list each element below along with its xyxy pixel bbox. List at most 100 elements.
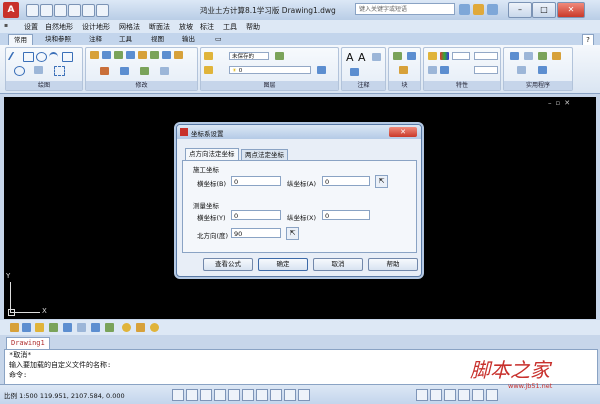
tab-output[interactable]: 输出 bbox=[177, 34, 200, 45]
toolbar-bulb-icon[interactable] bbox=[35, 323, 44, 332]
scale-icon[interactable] bbox=[120, 67, 129, 75]
menu-annotate[interactable]: 标注 bbox=[200, 22, 214, 32]
zoom-icon[interactable] bbox=[458, 389, 470, 401]
open-file-icon[interactable] bbox=[40, 4, 53, 17]
dialog-close-button[interactable]: ✕ bbox=[389, 127, 417, 137]
toolbar-zoom-icon[interactable] bbox=[91, 323, 100, 332]
menu-section-method[interactable]: 断面法 bbox=[149, 22, 170, 32]
tab-tools[interactable]: 工具 bbox=[114, 34, 137, 45]
polyline-icon[interactable] bbox=[23, 52, 34, 62]
osnap-toggle-icon[interactable] bbox=[228, 389, 240, 401]
layer-match-icon[interactable] bbox=[275, 52, 284, 60]
dialog-title-bar[interactable]: 坐标系设置 ✕ bbox=[177, 125, 421, 139]
dimension-text-icon[interactable]: A bbox=[358, 51, 366, 64]
array-icon[interactable] bbox=[140, 67, 149, 75]
trim-icon[interactable] bbox=[114, 51, 123, 59]
erase-icon[interactable] bbox=[138, 51, 147, 59]
new-file-icon[interactable] bbox=[26, 4, 39, 17]
doc-restore-icon[interactable]: ▫ bbox=[556, 99, 565, 107]
calculator-icon[interactable] bbox=[538, 52, 547, 60]
arc-icon[interactable] bbox=[49, 52, 58, 62]
x-coord-input[interactable]: 0 bbox=[231, 176, 281, 186]
toolbar-grid-icon[interactable] bbox=[77, 323, 86, 332]
stretch-icon[interactable] bbox=[100, 67, 109, 75]
layer-properties-icon[interactable] bbox=[204, 52, 213, 60]
doc-minimize-icon[interactable]: – bbox=[548, 99, 556, 107]
lineweight-toggle-icon[interactable] bbox=[284, 389, 296, 401]
toolbar-pan-icon[interactable] bbox=[105, 323, 114, 332]
layer-freeze-icon[interactable] bbox=[204, 66, 213, 74]
layer-combo[interactable]: ☀ 0 bbox=[229, 66, 311, 74]
survey-y-input[interactable]: 0 bbox=[322, 210, 370, 220]
offset-icon[interactable] bbox=[160, 67, 169, 75]
toolbar-question-icon[interactable] bbox=[49, 323, 58, 332]
toolbar-lamp-icon[interactable] bbox=[150, 323, 159, 332]
tab-annotate[interactable]: 注释 bbox=[84, 34, 107, 45]
line-icon[interactable] bbox=[7, 52, 24, 60]
annotation-scale-icon[interactable] bbox=[486, 389, 498, 401]
menu-settings[interactable]: 设置 bbox=[24, 22, 38, 32]
menu-help[interactable]: 帮助 bbox=[246, 22, 260, 32]
measure-icon[interactable] bbox=[510, 52, 519, 60]
insert-block-icon[interactable] bbox=[393, 52, 402, 60]
steering-wheel-icon[interactable] bbox=[472, 389, 484, 401]
toolbar-layer-icon[interactable] bbox=[22, 323, 31, 332]
color-icon[interactable] bbox=[440, 52, 449, 60]
menu-tools[interactable]: 工具 bbox=[223, 22, 237, 32]
doc-close-icon[interactable]: ✕ bbox=[564, 99, 574, 107]
copy-icon[interactable] bbox=[150, 51, 159, 59]
tab-blocks[interactable]: 块和参照 bbox=[40, 34, 76, 45]
close-button[interactable]: ✕ bbox=[557, 2, 585, 18]
create-block-icon[interactable] bbox=[407, 52, 416, 60]
snap-toggle-icon[interactable] bbox=[172, 389, 184, 401]
document-window-controls[interactable]: –▫✕ bbox=[548, 99, 574, 107]
ducs-toggle-icon[interactable] bbox=[256, 389, 268, 401]
north-direction-input[interactable]: 90 bbox=[231, 228, 281, 238]
undo-icon[interactable] bbox=[82, 4, 95, 17]
save-icon[interactable] bbox=[54, 4, 67, 17]
toolbar-window-icon[interactable] bbox=[63, 323, 72, 332]
lineweight-icon[interactable] bbox=[440, 66, 449, 74]
circle-icon[interactable] bbox=[36, 52, 47, 62]
toolbar-light-icon[interactable] bbox=[122, 323, 131, 332]
help-button[interactable]: 帮助 bbox=[368, 258, 418, 271]
tab-view[interactable]: 视图 bbox=[146, 34, 169, 45]
model-space-icon[interactable] bbox=[416, 389, 428, 401]
search-icon[interactable] bbox=[459, 4, 470, 15]
text-icon[interactable]: A bbox=[346, 51, 354, 64]
otrack-toggle-icon[interactable] bbox=[242, 389, 254, 401]
select-all-icon[interactable] bbox=[517, 66, 526, 74]
match-properties-icon[interactable] bbox=[428, 52, 437, 60]
quick-select-icon[interactable] bbox=[524, 52, 533, 60]
star-icon[interactable] bbox=[473, 4, 484, 15]
mirror-icon[interactable] bbox=[162, 51, 171, 59]
extend-icon[interactable] bbox=[126, 51, 135, 59]
fillet-icon[interactable] bbox=[174, 51, 183, 59]
dyn-toggle-icon[interactable] bbox=[270, 389, 282, 401]
menu-slope[interactable]: 放坡 bbox=[179, 22, 193, 32]
layout-icon[interactable] bbox=[430, 389, 442, 401]
pick-angle-icon[interactable]: ⇱ bbox=[286, 227, 299, 240]
minimize-button[interactable]: – bbox=[508, 2, 532, 18]
leader-icon[interactable] bbox=[350, 68, 359, 76]
plotstyle-combo[interactable] bbox=[474, 66, 498, 74]
edit-block-icon[interactable] bbox=[399, 66, 408, 74]
quick-props-toggle-icon[interactable] bbox=[298, 389, 310, 401]
polar-toggle-icon[interactable] bbox=[214, 389, 226, 401]
menu-grid-method[interactable]: 网格法 bbox=[119, 22, 140, 32]
move-icon[interactable] bbox=[90, 51, 99, 59]
app-logo-icon[interactable]: A bbox=[3, 2, 19, 18]
rotate-icon[interactable] bbox=[102, 51, 111, 59]
menu-design-terrain[interactable]: 设计地形 bbox=[82, 22, 110, 32]
cancel-button[interactable]: 取消 bbox=[313, 258, 363, 271]
maximize-button[interactable]: □ bbox=[532, 2, 556, 18]
grid-toggle-icon[interactable] bbox=[186, 389, 198, 401]
region-icon[interactable] bbox=[54, 66, 65, 76]
table-icon[interactable] bbox=[372, 53, 381, 61]
survey-x-input[interactable]: 0 bbox=[231, 210, 281, 220]
view-formula-button[interactable]: 查看公式 bbox=[203, 258, 253, 271]
ortho-toggle-icon[interactable] bbox=[200, 389, 212, 401]
list-icon[interactable] bbox=[428, 66, 437, 74]
layer-state-combo[interactable]: 未保存的 bbox=[229, 52, 269, 60]
pick-point-icon[interactable]: ⇱ bbox=[375, 175, 388, 188]
